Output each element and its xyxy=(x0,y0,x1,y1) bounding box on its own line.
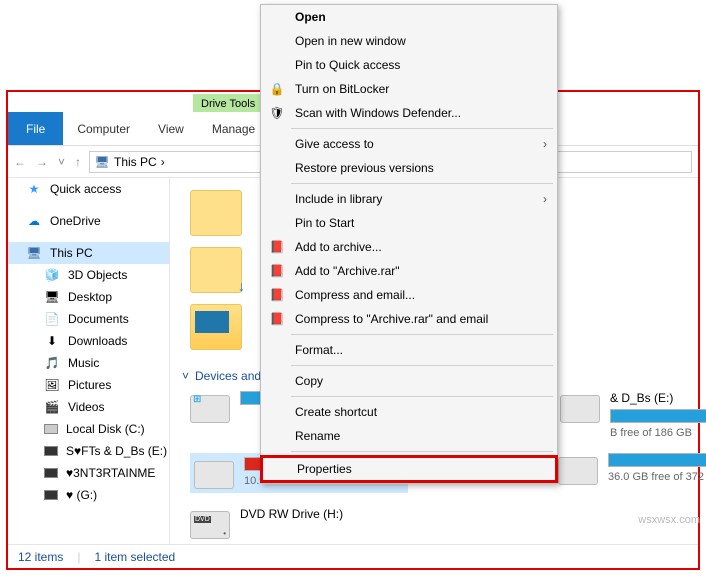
cm-separator xyxy=(291,128,553,129)
disk-icon xyxy=(44,446,58,456)
drive-free-text: 36.0 GB free of 372 GB xyxy=(608,471,706,483)
drive-icon xyxy=(190,395,230,423)
breadcrumb-this-pc[interactable]: This PC xyxy=(114,155,157,169)
sidebar-onedrive[interactable]: ☁OneDrive xyxy=(8,210,169,232)
chevron-down-icon: ˅ xyxy=(182,369,189,383)
cm-rename[interactable]: Rename xyxy=(261,424,557,448)
chevron-right-icon: › xyxy=(543,192,547,206)
status-bar: 12 items | 1 item selected xyxy=(8,544,698,568)
cm-restore-versions[interactable]: Restore previous versions xyxy=(261,156,557,180)
sidebar-local-c[interactable]: Local Disk (C:) xyxy=(8,418,169,440)
capacity-bar xyxy=(610,409,706,423)
drive-free-text: B free of 186 GB xyxy=(610,427,706,439)
document-icon: 📄 xyxy=(44,311,60,327)
cm-include-library[interactable]: Include in library› xyxy=(261,187,557,211)
recent-dropdown[interactable]: ˅ xyxy=(58,155,65,169)
sidebar-3d-objects[interactable]: 🧊3D Objects xyxy=(8,264,169,286)
sidebar-g[interactable]: ♥ (G:) xyxy=(8,484,169,506)
video-icon: 🎬 xyxy=(44,399,60,415)
cm-open-new-window[interactable]: Open in new window xyxy=(261,29,557,53)
cloud-icon: ☁ xyxy=(26,213,42,229)
cm-add-archive[interactable]: 📕Add to archive... xyxy=(261,235,557,259)
computer-tab[interactable]: Computer xyxy=(63,112,144,145)
cm-open[interactable]: Open xyxy=(261,5,557,29)
disk-icon xyxy=(44,424,58,434)
download-icon: ⬇ xyxy=(44,333,60,349)
drive-right[interactable]: 36.0 GB free of 372 GB xyxy=(558,453,706,493)
cm-format[interactable]: Format... xyxy=(261,338,557,362)
drive-icon xyxy=(560,395,600,423)
sidebar-quick-access[interactable]: ★Quick access xyxy=(8,178,169,200)
sidebar-entertainment[interactable]: ♥3NT3RTAINME xyxy=(8,462,169,484)
cm-pin-start[interactable]: Pin to Start xyxy=(261,211,557,235)
winrar-icon: 📕 xyxy=(269,311,285,327)
drive-icon xyxy=(194,461,234,489)
drive-name: & D_Bs (E:) xyxy=(610,391,706,405)
dvd-icon xyxy=(190,511,230,539)
cm-give-access[interactable]: Give access to› xyxy=(261,132,557,156)
cm-compress-rar-email[interactable]: 📕Compress to "Archive.rar" and email xyxy=(261,307,557,331)
context-menu: Open Open in new window Pin to Quick acc… xyxy=(260,4,558,484)
capacity-bar xyxy=(608,453,706,467)
file-tab[interactable]: File xyxy=(8,112,63,145)
sidebar-videos[interactable]: 🎬Videos xyxy=(8,396,169,418)
disk-icon xyxy=(44,490,58,500)
cm-separator xyxy=(291,334,553,335)
cm-separator xyxy=(291,396,553,397)
shield-icon: 🛡 xyxy=(269,105,285,121)
disk-icon xyxy=(44,468,58,478)
cm-compress-email[interactable]: 📕Compress and email... xyxy=(261,283,557,307)
cm-separator xyxy=(291,183,553,184)
winrar-icon: 📕 xyxy=(269,287,285,303)
sidebar-documents[interactable]: 📄Documents xyxy=(8,308,169,330)
nav-pane: ★Quick access ☁OneDrive 🖥This PC 🧊3D Obj… xyxy=(8,178,170,544)
folder-icon[interactable] xyxy=(190,304,242,350)
cm-pin-quick-access[interactable]: Pin to Quick access xyxy=(261,53,557,77)
status-item-count: 12 items xyxy=(18,550,63,564)
drive-e[interactable]: & D_Bs (E:) B free of 186 GB xyxy=(560,391,706,439)
cm-add-rar[interactable]: 📕Add to "Archive.rar" xyxy=(261,259,557,283)
breadcrumb-sep: › xyxy=(161,155,165,169)
sidebar-downloads[interactable]: ⬇Downloads xyxy=(8,330,169,352)
pc-icon: 🖥 xyxy=(94,154,110,170)
folder-icon[interactable] xyxy=(190,190,242,236)
sidebar-this-pc[interactable]: 🖥This PC xyxy=(8,242,169,264)
manage-tab[interactable]: Manage xyxy=(198,112,269,145)
cm-bitlocker[interactable]: 🔒Turn on BitLocker xyxy=(261,77,557,101)
lock-icon: 🔒 xyxy=(269,81,285,97)
back-button[interactable]: ← xyxy=(14,155,26,169)
drive-name: DVD RW Drive (H:) xyxy=(240,507,400,521)
sidebar-desktop[interactable]: 🖥Desktop xyxy=(8,286,169,308)
cm-defender[interactable]: 🛡Scan with Windows Defender... xyxy=(261,101,557,125)
winrar-icon: 📕 xyxy=(269,263,285,279)
status-selected-count: 1 item selected xyxy=(94,550,175,564)
sidebar-softs-e[interactable]: S♥FTs & D_Bs (E:) xyxy=(8,440,169,462)
music-icon: 🎵 xyxy=(44,355,60,371)
folder-icon[interactable]: ↓ xyxy=(190,247,242,293)
forward-button[interactable]: → xyxy=(36,155,48,169)
star-icon: ★ xyxy=(26,181,42,197)
sidebar-music[interactable]: 🎵Music xyxy=(8,352,169,374)
drive-dvd[interactable]: DVD RW Drive (H:) xyxy=(190,507,400,539)
cm-separator xyxy=(291,365,553,366)
cm-create-shortcut[interactable]: Create shortcut xyxy=(261,400,557,424)
cm-properties[interactable]: Properties xyxy=(260,455,558,483)
winrar-icon: 📕 xyxy=(269,239,285,255)
sidebar-pictures[interactable]: 🖼Pictures xyxy=(8,374,169,396)
chevron-right-icon: › xyxy=(543,137,547,151)
desktop-icon: 🖥 xyxy=(44,289,60,305)
cube-icon: 🧊 xyxy=(44,267,60,283)
up-button[interactable]: ↑ xyxy=(75,155,81,169)
contextual-tab-drive-tools[interactable]: Drive Tools xyxy=(193,94,263,112)
cm-separator xyxy=(291,451,553,452)
view-tab[interactable]: View xyxy=(144,112,198,145)
watermark: wsxwsx.com xyxy=(638,514,700,526)
cm-copy[interactable]: Copy xyxy=(261,369,557,393)
pc-icon: 🖥 xyxy=(26,245,42,261)
picture-icon: 🖼 xyxy=(44,377,60,393)
drive-icon xyxy=(558,457,598,485)
